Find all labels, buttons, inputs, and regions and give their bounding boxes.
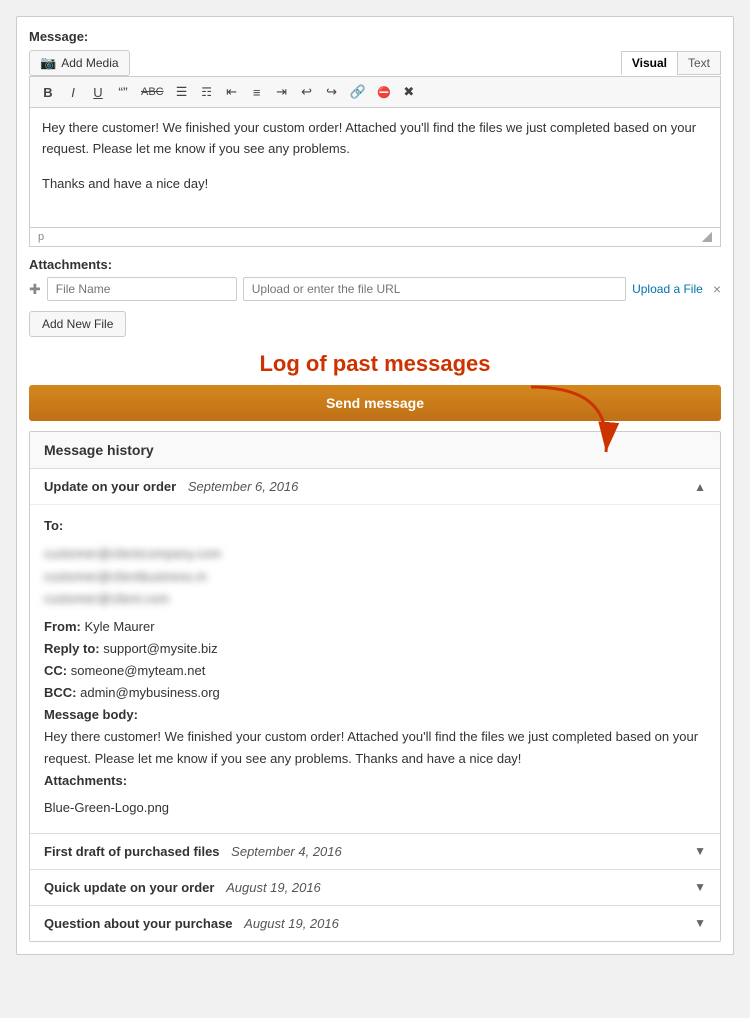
attachment-file-name: Blue-Green-Logo.png xyxy=(44,800,169,815)
resize-handle[interactable] xyxy=(702,232,712,242)
reply-to-value: support@mysite.biz xyxy=(103,641,217,656)
editor-top-row: 📷 Add Media Visual Text xyxy=(29,50,721,76)
editor-footer: p xyxy=(29,228,721,247)
from-label: From: xyxy=(44,619,81,634)
attachments-field-label: Attachments: xyxy=(44,773,127,788)
history-item-3-header[interactable]: Quick update on your order August 19, 20… xyxy=(30,870,720,905)
from-value: Kyle Maurer xyxy=(84,619,154,634)
message-body-line1: Hey there customer! We finished your cus… xyxy=(42,118,708,160)
main-container: Message: 📷 Add Media Visual Text B I U “… xyxy=(16,16,734,955)
message-editor-body[interactable]: Hey there customer! We finished your cus… xyxy=(29,108,721,228)
history-item-4-title: Question about your purchase xyxy=(44,916,233,931)
message-body-value-row: Hey there customer! We finished your cus… xyxy=(44,726,706,770)
editor-tag: p xyxy=(38,231,44,243)
file-url-input[interactable] xyxy=(243,277,626,301)
tab-text[interactable]: Text xyxy=(677,51,721,75)
media-icon: 📷 xyxy=(40,55,56,71)
history-item-3: Quick update on your order August 19, 20… xyxy=(30,870,720,906)
cc-row: CC: someone@myteam.net xyxy=(44,660,706,682)
history-item-1-header[interactable]: Update on your order September 6, 2016 ▲ xyxy=(30,469,720,504)
history-item-2-header[interactable]: First draft of purchased files September… xyxy=(30,834,720,869)
toolbar-align-center[interactable]: ≡ xyxy=(246,83,268,102)
from-row: From: Kyle Maurer xyxy=(44,616,706,638)
blurred-email-1: customer@clientcompany.com xyxy=(44,543,706,565)
blurred-email-2-text: customer@clientbusiness.m xyxy=(44,566,207,588)
blurred-email-2: customer@clientbusiness.m xyxy=(44,566,706,588)
bcc-value: admin@mybusiness.org xyxy=(80,685,220,700)
toolbar-ol[interactable]: ☶ xyxy=(196,83,218,101)
history-item-4-header[interactable]: Question about your purchase August 19, … xyxy=(30,906,720,941)
history-item-4-toggle: ▼ xyxy=(694,916,706,930)
drag-handle-icon[interactable]: ✚ xyxy=(29,281,41,298)
remove-attachment-icon[interactable]: × xyxy=(713,281,721,297)
to-section: To: xyxy=(44,515,706,537)
history-item-3-title: Quick update on your order xyxy=(44,880,214,895)
add-media-label: Add Media xyxy=(61,56,118,70)
toolbar-strikethrough[interactable]: ABC xyxy=(137,84,168,100)
history-item-1-date: September 6, 2016 xyxy=(188,479,299,494)
message-body-field-label: Message body: xyxy=(44,707,138,722)
toolbar-fullscreen[interactable]: ✖ xyxy=(398,82,420,102)
toolbar-align-left[interactable]: ⇤ xyxy=(221,82,243,102)
tab-visual[interactable]: Visual xyxy=(621,51,677,75)
toolbar-bold[interactable]: B xyxy=(37,83,59,102)
reply-to-label: Reply to: xyxy=(44,641,100,656)
bcc-row: BCC: admin@mybusiness.org xyxy=(44,682,706,704)
add-media-button[interactable]: 📷 Add Media xyxy=(29,50,130,76)
attachment-file-row: Blue-Green-Logo.png xyxy=(44,797,706,819)
message-history: Message history Update on your order Sep… xyxy=(29,431,721,941)
history-item-4: Question about your purchase August 19, … xyxy=(30,906,720,941)
file-name-input[interactable] xyxy=(47,277,237,301)
annotation-area: Log of past messages xyxy=(29,347,721,377)
cc-value: someone@myteam.net xyxy=(71,663,206,678)
attachments-label: Attachments: xyxy=(29,257,721,272)
history-item-3-title-row: Quick update on your order August 19, 20… xyxy=(44,880,321,895)
message-label: Message: xyxy=(29,29,721,44)
history-item-1-title: Update on your order xyxy=(44,479,176,494)
toolbar-ul[interactable]: ☰ xyxy=(171,82,193,102)
toolbar-link[interactable]: 🔗 xyxy=(346,82,370,102)
toolbar-undo[interactable]: ↩ xyxy=(296,82,318,102)
toolbar-italic[interactable]: I xyxy=(62,83,84,102)
annotation-arrow xyxy=(511,377,631,467)
history-item-3-date: August 19, 2016 xyxy=(226,880,321,895)
history-item-1-toggle: ▲ xyxy=(694,480,706,494)
history-item-2: First draft of purchased files September… xyxy=(30,834,720,870)
history-item-2-title: First draft of purchased files xyxy=(44,844,220,859)
cc-label: CC: xyxy=(44,663,67,678)
bcc-label: BCC: xyxy=(44,685,77,700)
add-new-file-button[interactable]: Add New File xyxy=(29,311,126,337)
toolbar-unlink[interactable]: ⛔ xyxy=(373,84,395,101)
blurred-email-3: customer@client.com xyxy=(44,588,706,610)
history-item-4-date: August 19, 2016 xyxy=(244,916,339,931)
history-item-4-title-row: Question about your purchase August 19, … xyxy=(44,916,339,931)
annotation-text: Log of past messages xyxy=(259,351,490,377)
toolbar-align-right[interactable]: ⇥ xyxy=(271,82,293,102)
message-body-line2: Thanks and have a nice day! xyxy=(42,174,708,195)
attachments-section: Attachments: ✚ Upload a File × Add New F… xyxy=(29,257,721,337)
attachments-label-row: Attachments: xyxy=(44,770,706,792)
toolbar-underline[interactable]: U xyxy=(87,83,109,102)
editor-tabs: Visual Text xyxy=(621,51,721,75)
message-body-value: Hey there customer! We finished your cus… xyxy=(44,729,698,766)
attachment-row: ✚ Upload a File × xyxy=(29,277,721,301)
history-item-1: Update on your order September 6, 2016 ▲… xyxy=(30,469,720,833)
upload-file-link[interactable]: Upload a File xyxy=(632,282,703,296)
blurred-email-1-text: customer@clientcompany.com xyxy=(44,543,221,565)
history-item-1-title-row: Update on your order September 6, 2016 xyxy=(44,479,298,494)
toolbar-redo[interactable]: ↪ xyxy=(321,82,343,102)
editor-toolbar: B I U “” ABC ☰ ☶ ⇤ ≡ ⇥ ↩ ↪ 🔗 ⛔ ✖ xyxy=(29,76,721,108)
history-item-2-date: September 4, 2016 xyxy=(231,844,342,859)
toolbar-blockquote[interactable]: “” xyxy=(112,82,134,102)
history-item-2-title-row: First draft of purchased files September… xyxy=(44,844,342,859)
history-item-2-toggle: ▼ xyxy=(694,844,706,858)
blurred-email-3-text: customer@client.com xyxy=(44,588,169,610)
history-item-1-body: To: customer@clientcompany.com customer@… xyxy=(30,504,720,832)
reply-to-row: Reply to: support@mysite.biz xyxy=(44,638,706,660)
to-label: To: xyxy=(44,518,63,533)
history-item-3-toggle: ▼ xyxy=(694,880,706,894)
message-body-label-row: Message body: xyxy=(44,704,706,726)
